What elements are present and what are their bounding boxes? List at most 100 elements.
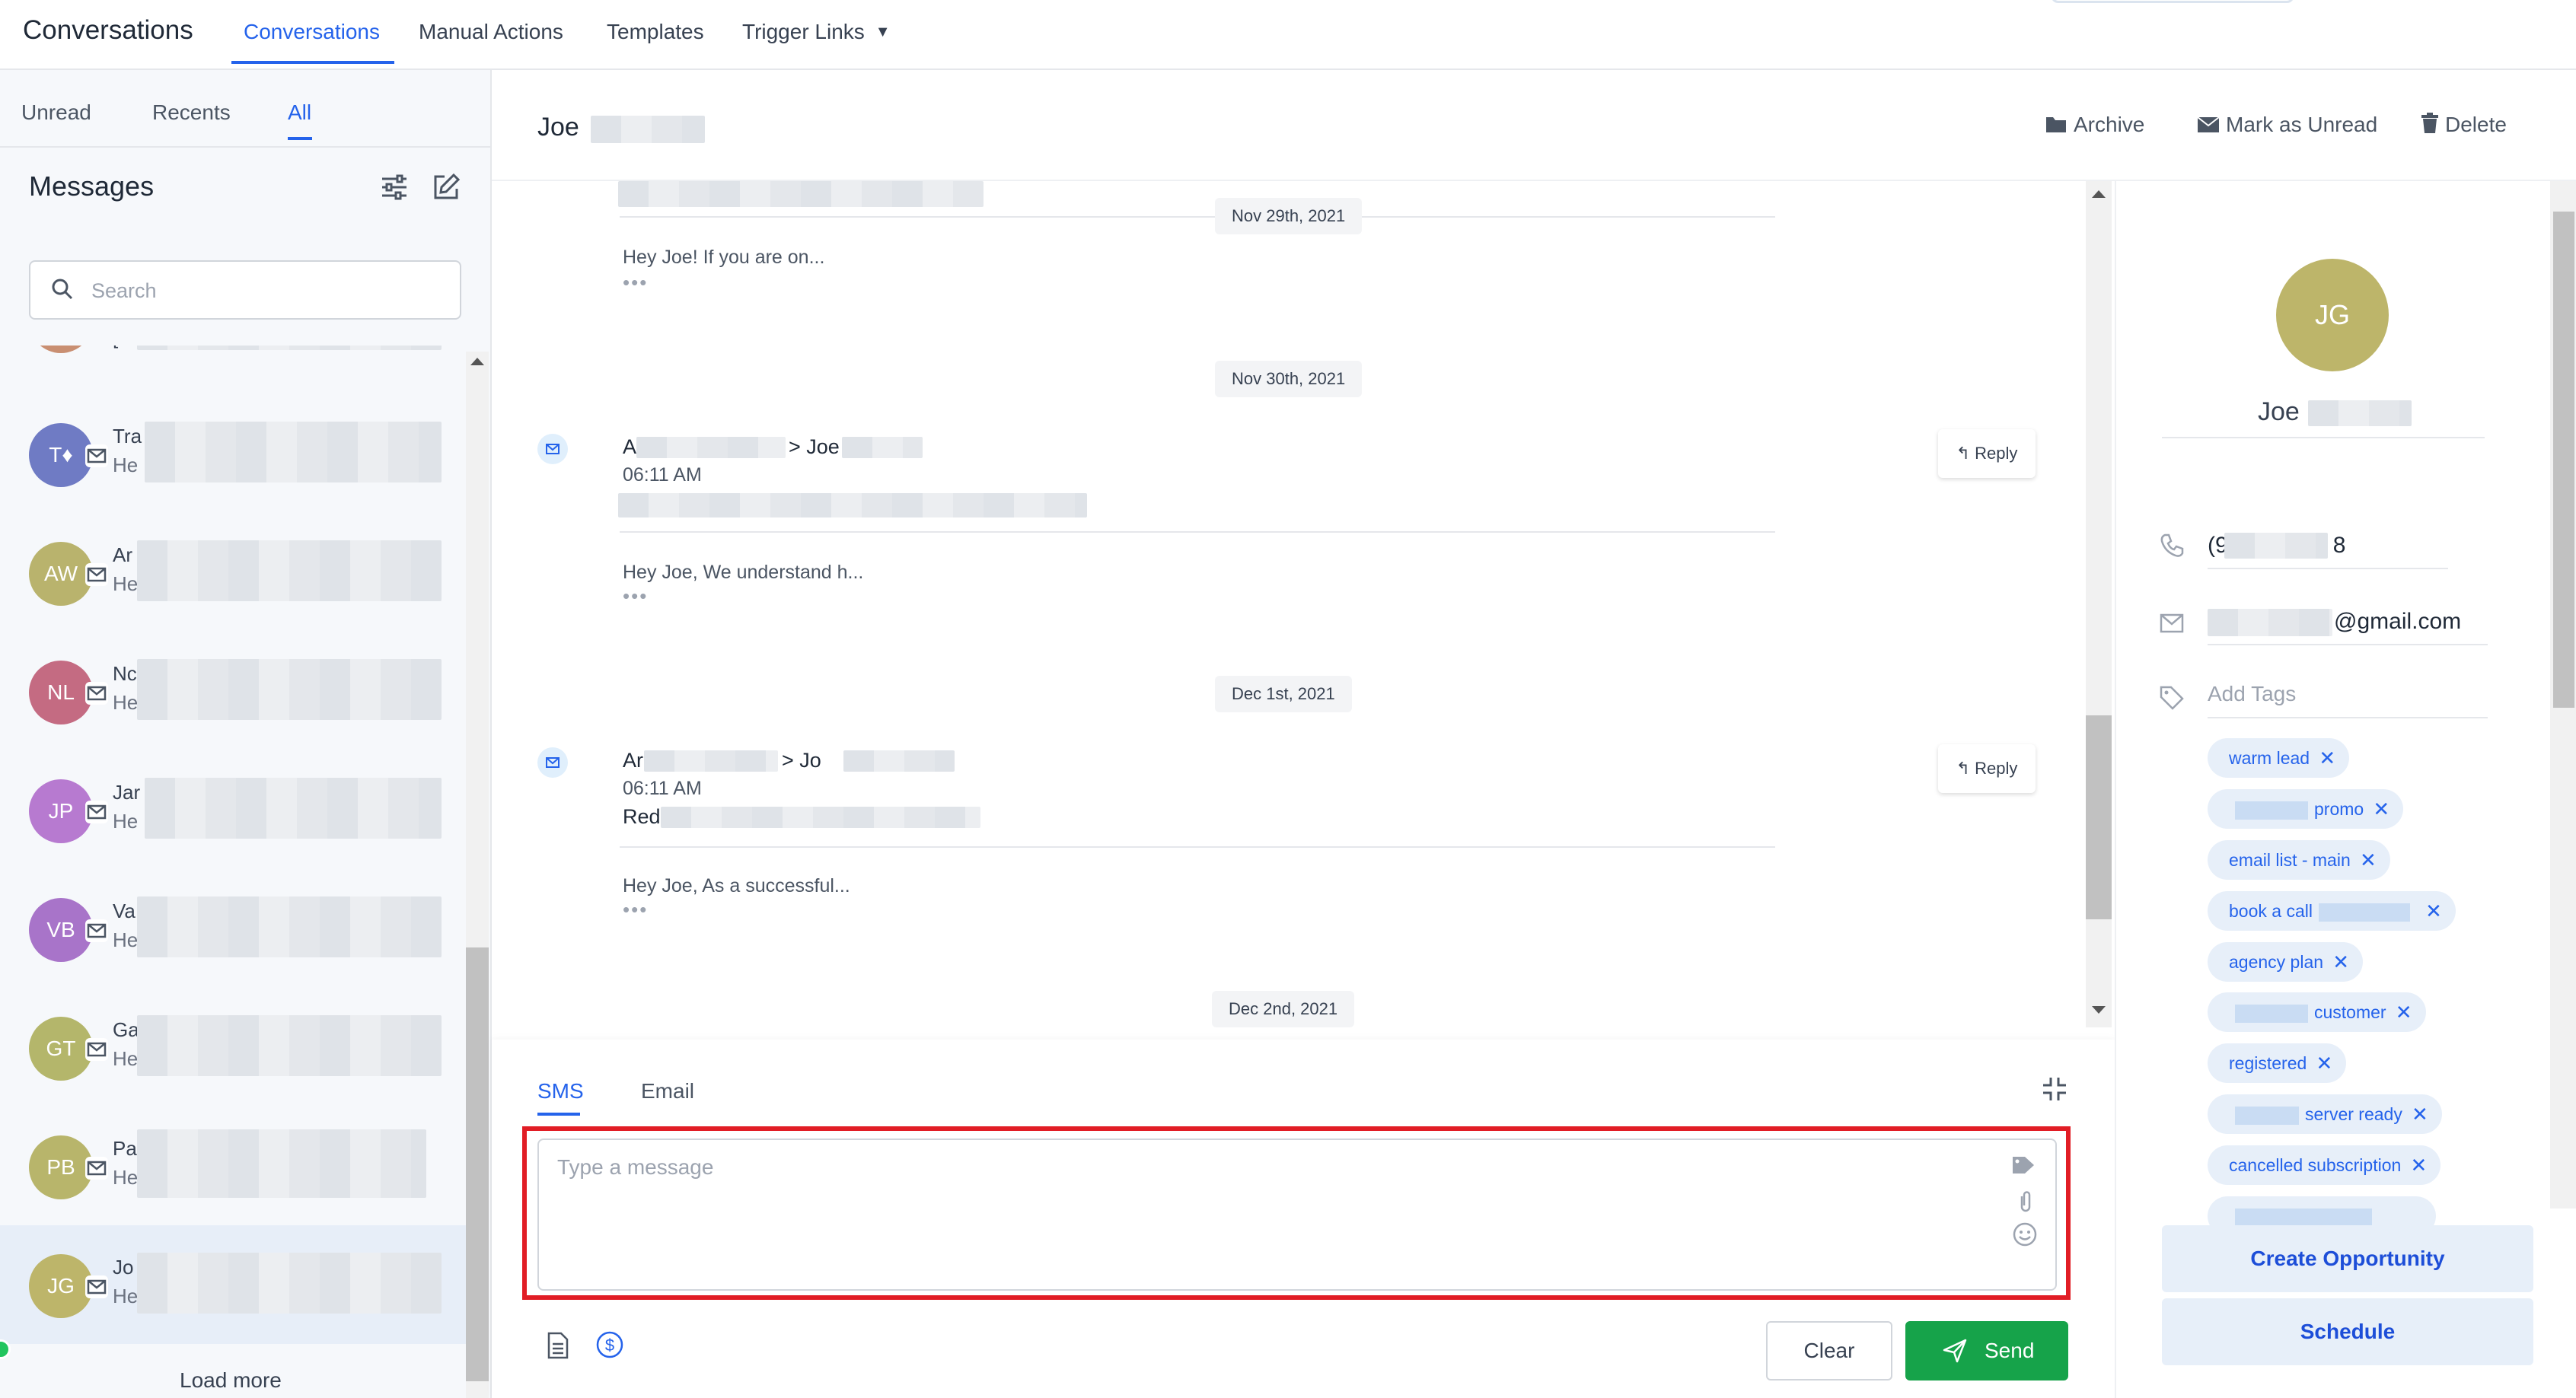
filter-sliders-icon[interactable] <box>378 170 411 204</box>
redacted-text <box>591 116 705 143</box>
scroll-down-arrow-icon[interactable] <box>2092 1006 2106 1014</box>
send-button[interactable]: Send <box>1905 1321 2068 1380</box>
redacted-text <box>2235 1208 2372 1227</box>
sidebar-scroll-thumb[interactable] <box>466 947 489 1381</box>
composer-tab-sms[interactable]: SMS <box>537 1079 584 1103</box>
message-input[interactable] <box>557 1155 1973 1277</box>
app-title: Conversations <box>23 15 193 45</box>
create-opportunity-button[interactable]: Create Opportunity <box>2162 1225 2533 1292</box>
mark-unread-button[interactable]: Mark as Unread <box>2197 113 2377 137</box>
list-item[interactable]: AW Ar He <box>0 513 466 632</box>
tag-chip: server ready ✕ <box>2208 1094 2442 1134</box>
clear-button[interactable]: Clear <box>1766 1321 1892 1380</box>
send-plane-icon <box>1943 1339 1967 1363</box>
redacted-text <box>644 750 778 772</box>
search-input[interactable] <box>91 274 442 307</box>
conversation-name: Ga <box>113 1018 139 1041</box>
conversation-list: [m T♦ Tra He AW Ar He NL Nc He JP <box>0 346 466 1398</box>
list-item[interactable]: NL Nc He <box>0 632 466 750</box>
message-snippet[interactable]: Hey Joe, As a successful... <box>623 875 850 897</box>
search-field[interactable] <box>29 260 461 320</box>
expand-dots[interactable]: ••• <box>623 271 648 295</box>
message-snippet[interactable]: Hey Joe, We understand h... <box>623 562 863 584</box>
thread-divider <box>620 216 1775 218</box>
remove-tag-icon[interactable]: ✕ <box>2411 1145 2428 1185</box>
schedule-button[interactable]: Schedule <box>2162 1298 2533 1365</box>
nav-tab-trigger-links[interactable]: Trigger Links ▼ <box>742 20 891 44</box>
remove-tag-icon[interactable]: ✕ <box>2316 1043 2332 1083</box>
list-item[interactable]: VB Va He <box>0 869 466 988</box>
remove-tag-icon[interactable]: ✕ <box>2332 942 2349 982</box>
date-separator: Dec 2nd, 2021 <box>1212 991 1355 1027</box>
thread-scroll-thumb[interactable] <box>2086 715 2112 919</box>
email-divider <box>2208 644 2488 645</box>
collapse-icon[interactable] <box>2042 1076 2067 1102</box>
paperclip-icon[interactable] <box>2016 1189 2036 1215</box>
list-item-selected[interactable]: JG Jo He <box>0 1225 466 1344</box>
scroll-up-arrow-icon[interactable] <box>470 358 484 365</box>
filter-tab-recents[interactable]: Recents <box>152 100 231 125</box>
filter-tab-all[interactable]: All <box>288 100 311 125</box>
phone-divider <box>2208 568 2448 569</box>
list-item[interactable]: GT Ga He <box>0 988 466 1107</box>
compose-icon[interactable] <box>429 170 463 204</box>
redacted-text <box>842 437 923 458</box>
nav-tab-manual-actions[interactable]: Manual Actions <box>419 20 563 44</box>
reply-button[interactable]: ↰ Reply <box>1938 744 2036 793</box>
message-snippet[interactable]: Hey Joe! If you are on... <box>623 247 824 269</box>
date-separator: Nov 29th, 2021 <box>1215 198 1363 234</box>
remove-tag-icon[interactable]: ✕ <box>2396 992 2412 1032</box>
tag-chip: customer ✕ <box>2208 992 2426 1032</box>
remove-tag-icon[interactable]: ✕ <box>2360 840 2377 880</box>
conversation-name: Nc <box>113 662 137 685</box>
remove-tag-icon[interactable]: ✕ <box>2319 738 2335 778</box>
email-subject: Red <box>623 805 661 828</box>
conversation-preview: He <box>113 1166 139 1189</box>
top-pill-button[interactable] <box>2051 0 2294 3</box>
email-time: 06:11 AM <box>623 464 702 486</box>
message-input-area[interactable] <box>537 1138 2057 1291</box>
remove-tag-icon[interactable]: ✕ <box>2425 891 2442 931</box>
redacted-text <box>2235 1106 2299 1125</box>
nav-tab-conversations[interactable]: Conversations <box>244 20 380 44</box>
list-item[interactable]: [m <box>0 346 466 381</box>
template-document-icon[interactable] <box>547 1332 569 1359</box>
filter-tab-unread[interactable]: Unread <box>21 100 91 125</box>
redacted-text <box>137 1015 442 1076</box>
reply-icon: ↰ <box>1956 759 1971 778</box>
list-item[interactable]: PB Pa He <box>0 1107 466 1225</box>
archive-button[interactable]: Archive <box>2045 113 2144 137</box>
expand-dots[interactable]: ••• <box>623 898 648 922</box>
folder-icon <box>2046 117 2066 132</box>
payment-dollar-icon[interactable]: $ <box>595 1330 624 1359</box>
list-item[interactable]: JP Jar He <box>0 750 466 869</box>
tag-chip: book a call ✕ <box>2208 891 2456 931</box>
name-divider <box>2162 437 2485 438</box>
add-tags-input[interactable]: Add Tags <box>2208 682 2296 706</box>
tag-icon[interactable] <box>2011 1154 2039 1177</box>
conversation-name: Va <box>113 900 135 922</box>
remove-tag-icon[interactable]: ✕ <box>2412 1094 2428 1134</box>
load-more-link[interactable]: Load more <box>180 1368 282 1393</box>
reply-button[interactable]: ↰ Reply <box>1938 429 2036 478</box>
tag-chip: email list - main ✕ <box>2208 840 2390 880</box>
redacted-text <box>2308 400 2412 426</box>
conversation-name: Jar <box>113 781 141 804</box>
mark-unread-label: Mark as Unread <box>2226 113 2378 136</box>
message-thread: Nov 29th, 2021 Hey Joe! If you are on...… <box>492 181 2086 1035</box>
list-item[interactable]: T♦ Tra He <box>0 394 466 513</box>
nav-tab-templates[interactable]: Templates <box>607 20 704 44</box>
messages-heading: Messages <box>29 170 155 202</box>
expand-dots[interactable]: ••• <box>623 584 648 608</box>
search-icon <box>52 279 73 300</box>
conversation-preview: He <box>113 1047 139 1070</box>
panel-scroll-thumb[interactable] <box>2553 212 2574 708</box>
composer-tab-email[interactable]: Email <box>641 1079 694 1103</box>
scroll-up-arrow-icon[interactable] <box>2092 190 2106 198</box>
redacted-text <box>137 540 442 601</box>
redacted-text <box>2235 801 2308 820</box>
delete-button[interactable]: Delete <box>2421 113 2507 137</box>
emoji-icon[interactable] <box>2011 1221 2039 1248</box>
remove-tag-icon[interactable]: ✕ <box>2373 789 2389 829</box>
redacted-text <box>661 807 980 828</box>
